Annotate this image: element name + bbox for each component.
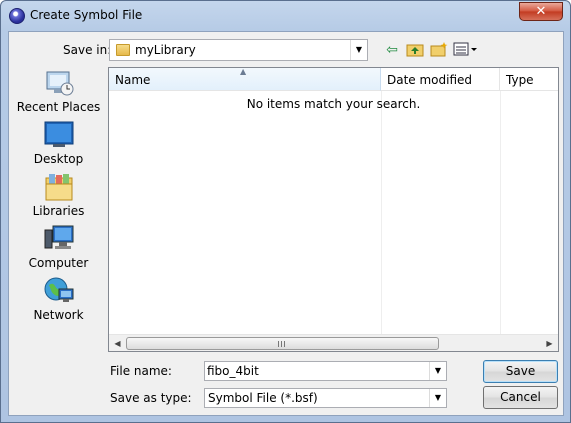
libraries-icon [43,172,75,202]
scrollbar-thumb[interactable] [126,337,439,350]
desktop-icon [43,120,75,150]
place-computer[interactable]: Computer [9,224,108,276]
globe-app-icon [9,8,25,24]
save-as-type-value: Symbol File (*.bsf) [208,391,318,405]
place-label: Computer [28,256,89,270]
network-icon [43,276,75,306]
back-arrow-icon[interactable]: ⇦ [382,41,402,59]
save-as-type-dropdown[interactable]: Symbol File (*.bsf) ▼ [204,388,447,408]
save-button[interactable]: Save [483,360,558,383]
places-bar: Recent Places Desktop Libraries Computer [9,68,108,356]
place-label: Desktop [33,152,84,166]
place-label: Recent Places [16,100,101,114]
save-in-value: myLibrary [135,43,196,57]
chevron-down-icon[interactable]: ▼ [350,40,367,60]
recent-places-icon [43,68,75,98]
file-name-label: File name: [110,364,172,378]
dialog-client-area: Save in: myLibrary ▼ ⇦ Recent Places Des… [8,31,564,416]
place-libraries[interactable]: Libraries [9,172,108,224]
save-in-label: Save in: [63,43,112,57]
file-name-combo[interactable]: ▼ [204,361,447,381]
save-in-dropdown[interactable]: myLibrary ▼ [109,39,368,61]
place-network[interactable]: Network [9,276,108,328]
scroll-left-icon[interactable]: ◀ [109,335,126,352]
place-label: Network [33,308,84,322]
grip-icon [278,341,287,347]
folder-icon [116,44,130,56]
scroll-right-icon[interactable]: ▶ [541,335,558,352]
dialog-title: Create Symbol File [30,8,143,22]
place-desktop[interactable]: Desktop [9,120,108,172]
cancel-button[interactable]: Cancel [483,386,558,409]
chevron-down-icon[interactable]: ▼ [429,389,446,407]
save-as-type-label: Save as type: [110,391,192,405]
column-header-name[interactable]: ▲ Name [109,67,381,91]
empty-folder-message: No items match your search. [246,97,421,111]
column-header-date-modified[interactable]: Date modified [381,68,500,91]
place-recent-places[interactable]: Recent Places [9,68,108,120]
chevron-down-icon[interactable]: ▼ [429,362,446,380]
file-name-input[interactable] [207,363,427,379]
computer-icon [43,224,75,254]
views-menu-icon[interactable] [453,41,479,59]
column-header-type[interactable]: Type [500,68,558,91]
place-label: Libraries [32,204,85,218]
column-divider [381,91,382,334]
column-divider [500,91,501,334]
up-folder-icon[interactable] [405,41,425,59]
sort-ascending-icon: ▲ [240,67,247,76]
close-button[interactable]: ✕ [519,2,563,21]
create-symbol-file-dialog: Create Symbol File ✕ Save in: myLibrary … [0,0,571,423]
title-bar[interactable]: Create Symbol File ✕ [1,1,570,31]
file-list-view[interactable]: ▲ Name Date modified Type No items match… [108,67,559,352]
horizontal-scrollbar[interactable]: ◀ ▶ [109,334,558,351]
new-folder-icon[interactable] [429,41,449,59]
